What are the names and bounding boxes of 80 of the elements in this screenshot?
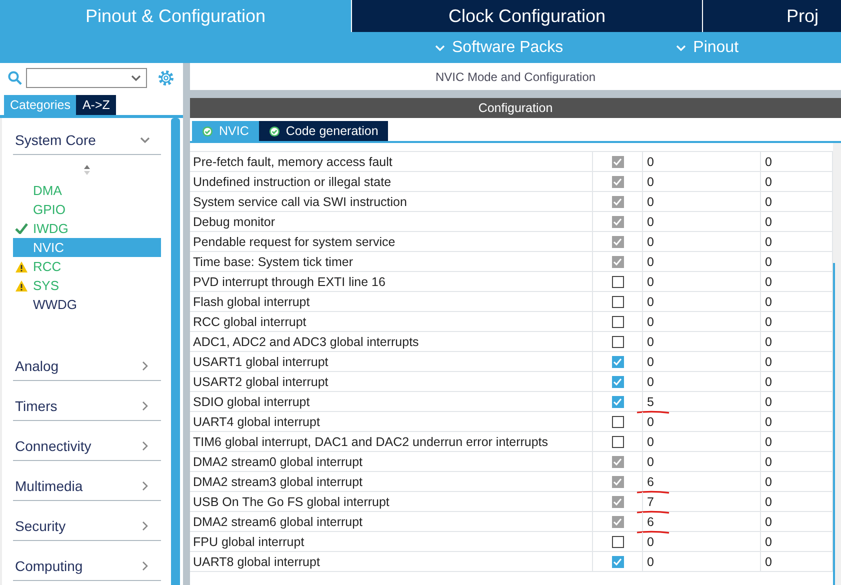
table-cell: ADC1, ADC2 and ADC3 global interrupts	[190, 332, 593, 351]
table-cell: UART8 global interrupt	[190, 552, 593, 571]
table-cell[interactable]: 0	[643, 332, 761, 351]
table-cell: Time base: System tick timer	[190, 252, 593, 271]
category-header[interactable]: Analog	[13, 352, 161, 381]
section-header: Configuration	[190, 98, 841, 118]
warning-icon	[15, 280, 28, 292]
checkbox[interactable]	[612, 276, 624, 288]
table-cell[interactable]: 0	[643, 352, 761, 371]
category-header[interactable]: Connectivity	[13, 432, 161, 461]
table-cell[interactable]: 0	[761, 392, 833, 411]
category-header[interactable]: Timers	[13, 392, 161, 421]
category-header[interactable]: Security	[13, 512, 161, 541]
table-cell: DMA2 stream3 global interrupt	[190, 472, 593, 491]
category-header[interactable]: Multimedia	[13, 472, 161, 501]
check-circle-icon	[202, 126, 213, 136]
table-cell[interactable]: 0	[643, 532, 761, 551]
table-cell[interactable]: 0	[643, 552, 761, 571]
table-cell[interactable]: 0	[761, 372, 833, 391]
annotation-underline	[636, 410, 670, 414]
annotation-underline	[636, 510, 670, 514]
table-cell[interactable]: 0	[643, 412, 761, 431]
scrollbar[interactable]	[171, 118, 180, 585]
table-cell[interactable]: 0	[761, 332, 833, 351]
table-cell: RCC global interrupt	[190, 312, 593, 331]
table-cell[interactable]: 0	[643, 272, 761, 291]
peripheral-item[interactable]: WWDG	[13, 295, 161, 314]
checkbox[interactable]	[612, 536, 624, 548]
table-cell[interactable]: 0	[761, 532, 833, 551]
warning-icon	[15, 260, 28, 272]
table-cell: USART1 global interrupt	[190, 352, 593, 371]
table-cell[interactable]: 0	[761, 272, 833, 291]
annotation-underline	[636, 490, 670, 494]
checkbox[interactable]	[612, 376, 624, 388]
sort-icon	[83, 164, 91, 176]
table-cell: Pendable request for system service	[190, 232, 593, 251]
settings-icon[interactable]	[157, 69, 175, 87]
search-field[interactable]	[26, 68, 147, 88]
category-header[interactable]: System Core	[13, 126, 161, 155]
table-cell[interactable]: 0	[643, 312, 761, 331]
checkbox[interactable]	[612, 396, 624, 408]
table-cell[interactable]: 0	[761, 312, 833, 331]
check-circle-icon	[268, 126, 280, 136]
table-cell: Undefined instruction or illegal state	[190, 172, 593, 191]
table-cell: UART4 global interrupt	[190, 412, 593, 431]
table-cell[interactable]: 0	[761, 432, 833, 451]
table-cell[interactable]: 0	[643, 372, 761, 391]
table-cell[interactable]: 0	[643, 292, 761, 311]
checkbox[interactable]	[612, 336, 624, 348]
table-cell: USART2 global interrupt	[190, 372, 593, 391]
table-cell[interactable]: 0	[761, 412, 833, 431]
table-cell[interactable]: 5	[643, 392, 761, 411]
table-cell: PVD interrupt through EXTI line 16	[190, 272, 593, 291]
table-cell: Flash global interrupt	[190, 292, 593, 311]
table-cell: Debug monitor	[190, 212, 593, 231]
table-cell: SDIO global interrupt	[190, 392, 593, 411]
annotation-underline	[636, 530, 670, 534]
category-tab[interactable]: A->Z	[76, 95, 116, 115]
table-cell[interactable]: 0	[761, 552, 833, 571]
panel-title: NVIC Mode and Configuration	[434, 68, 597, 86]
checkbox[interactable]	[612, 316, 624, 328]
checkbox[interactable]	[612, 296, 624, 308]
table-cell: TIM6 global interrupt, DAC1 and DAC2 underrun error interrupts	[190, 432, 593, 451]
table-cell: USB On The Go FS global interrupt	[190, 492, 593, 511]
table-cell: DMA2 stream0 global interrupt	[190, 452, 593, 471]
table-cell: Pre-fetch fault, memory access fault	[190, 152, 593, 171]
config-tab[interactable]: Code generation	[258, 121, 388, 141]
checkmark-icon	[15, 223, 28, 234]
table-cell[interactable]: 0	[643, 432, 761, 451]
table-cell: System service call via SWI instruction	[190, 192, 593, 211]
table-cell: FPU global interrupt	[190, 532, 593, 551]
checkbox[interactable]	[612, 416, 624, 428]
table-cell[interactable]: 0	[761, 352, 833, 371]
checkbox[interactable]	[612, 356, 624, 368]
category-header[interactable]: Computing	[13, 552, 161, 581]
checkbox[interactable]	[612, 436, 624, 448]
search-icon	[8, 71, 22, 85]
checkbox[interactable]	[612, 556, 624, 568]
table-cell: DMA2 stream6 global interrupt	[190, 512, 593, 531]
table-cell[interactable]: 0	[761, 292, 833, 311]
